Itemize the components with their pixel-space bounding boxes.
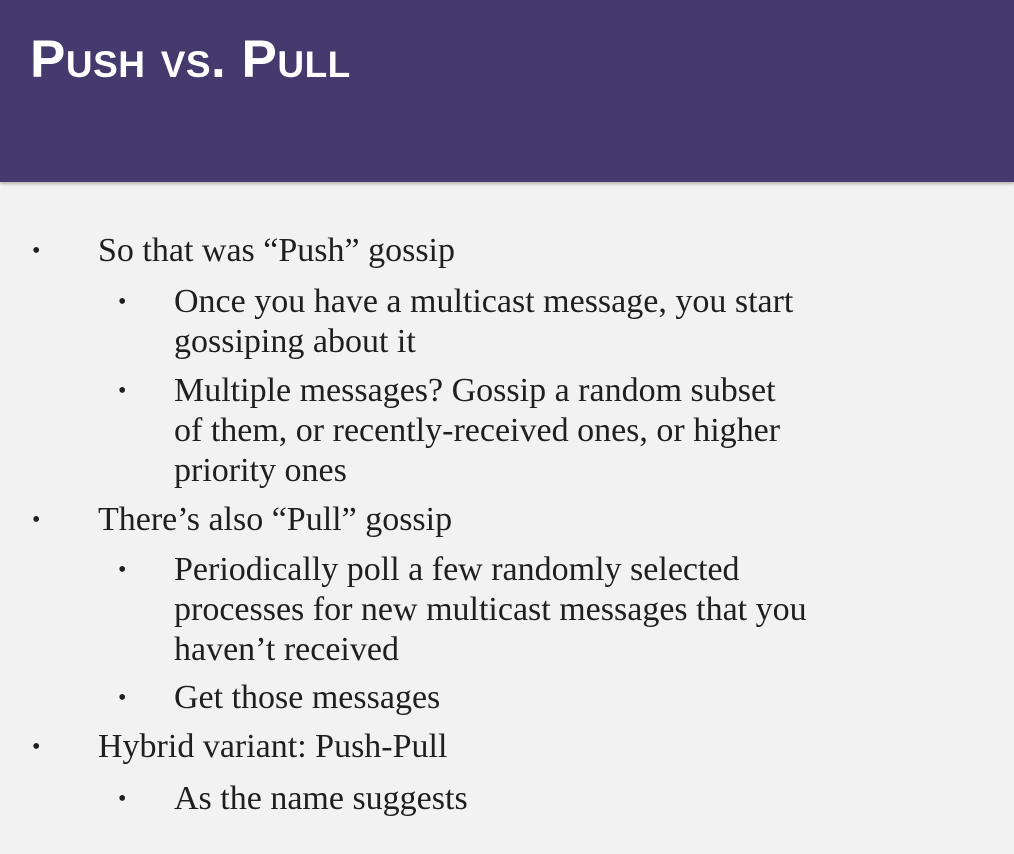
bullet-hybrid-variant: • Hybrid variant: Push-Pull	[32, 727, 448, 767]
sub-bullet-periodically-poll: • Periodically poll a few randomly selec…	[118, 550, 807, 670]
bullet-text: Get those messages	[174, 679, 441, 716]
bullet-push-gossip: • So that was “Push” gossip	[32, 231, 455, 271]
bullet-text: As the name suggests	[174, 780, 468, 817]
bullet-text: So that was “Push” gossip	[98, 232, 455, 269]
bullet-text: Periodically poll a few randomly selecte…	[174, 551, 740, 588]
slide: Push vs. Pull • So that was “Push” gossi…	[0, 0, 1014, 854]
bullet-text: There’s also “Pull” gossip	[98, 501, 453, 538]
bullet-text-continued: processes for new multicast messages tha…	[174, 591, 807, 628]
bullet-text-continued: haven’t received	[174, 631, 399, 668]
sub-bullet-multiple-messages: • Multiple messages? Gossip a random sub…	[118, 371, 781, 491]
bullet-dot-icon: •	[118, 786, 127, 812]
bullet-dot-icon: •	[118, 557, 127, 583]
bullet-pull-gossip: • There’s also “Pull” gossip	[32, 500, 453, 540]
bullet-dot-icon: •	[118, 289, 127, 315]
bullet-text-continued: gossiping about it	[174, 323, 416, 360]
slide-body: • So that was “Push” gossip • Once you h…	[0, 0, 1014, 854]
bullet-dot-icon: •	[32, 238, 41, 264]
sub-bullet-get-messages: • Get those messages	[118, 678, 441, 718]
sub-bullet-name-suggests: • As the name suggests	[118, 779, 468, 819]
sub-bullet-start-gossiping: • Once you have a multicast message, you…	[118, 282, 794, 362]
bullet-dot-icon: •	[118, 378, 127, 404]
bullet-text-continued: of them, or recently-received ones, or h…	[174, 412, 781, 449]
bullet-text: Hybrid variant: Push-Pull	[98, 728, 448, 765]
bullet-text: Once you have a multicast message, you s…	[174, 283, 794, 320]
bullet-dot-icon: •	[118, 685, 127, 711]
bullet-dot-icon: •	[32, 507, 41, 533]
bullet-text-continued: priority ones	[174, 452, 347, 489]
bullet-text: Multiple messages? Gossip a random subse…	[174, 372, 776, 409]
bullet-dot-icon: •	[32, 734, 41, 760]
